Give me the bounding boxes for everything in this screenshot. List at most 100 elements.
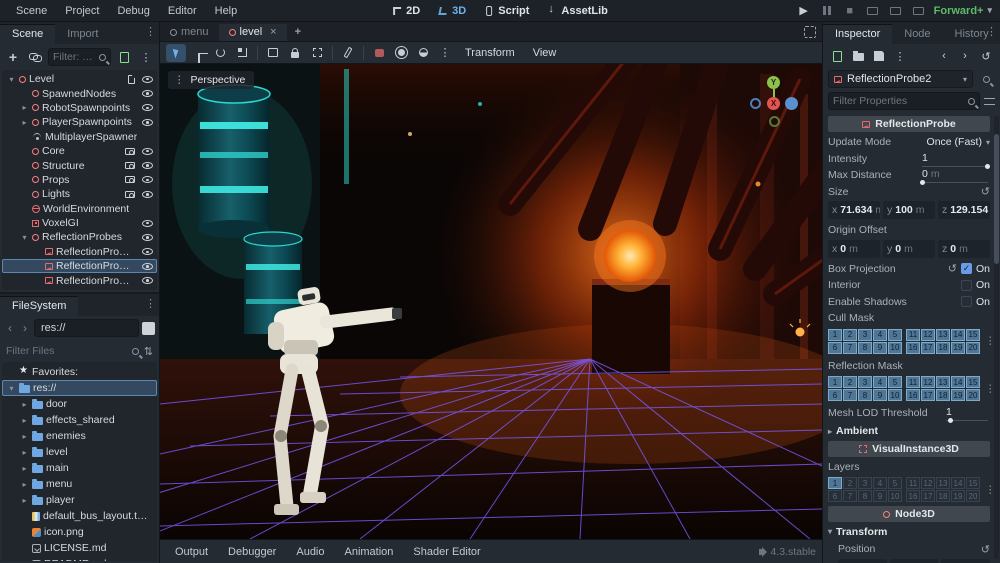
workspace-script[interactable]: Script — [477, 3, 536, 19]
tree-row-icon-png[interactable]: icon.png — [2, 524, 157, 540]
layer-cell-9[interactable]: 9 — [873, 490, 887, 502]
layer-cell-19[interactable]: 19 — [951, 389, 965, 401]
layer-cell-14[interactable]: 14 — [951, 477, 965, 489]
section-transform[interactable]: ▾ Transform — [828, 524, 990, 539]
layer-cell-14[interactable]: 14 — [951, 328, 965, 341]
layer-cell-3[interactable]: 3 — [858, 328, 872, 341]
layer-cell-5[interactable]: 5 — [888, 376, 902, 388]
layer-cell-4[interactable]: 4 — [873, 477, 887, 489]
tree-row-door[interactable]: ▸ door — [2, 396, 157, 412]
new-resource-button[interactable] — [828, 47, 846, 65]
output-button[interactable]: Output — [166, 543, 217, 561]
origin-z-field[interactable]: z0m — [938, 239, 990, 258]
dock-menu-icon[interactable]: ⋮ — [145, 25, 156, 38]
property-tools-icon[interactable] — [984, 97, 995, 106]
layer-cell-8[interactable]: 8 — [858, 341, 872, 354]
eye-icon[interactable] — [142, 219, 153, 227]
tree-expand-arrow[interactable]: ▾ — [7, 75, 16, 84]
filter-files-input[interactable]: Filter Files — [6, 345, 127, 357]
view-axis-gizmo[interactable]: Y X — [748, 76, 800, 128]
layer-cell-12[interactable]: 12 — [921, 376, 935, 388]
tree-expand-arrow[interactable]: ▾ — [7, 384, 16, 393]
tree-row-main[interactable]: ▸ main — [2, 460, 157, 476]
cam-icon[interactable] — [125, 162, 135, 170]
position-z-field[interactable]: z-12.209 — [941, 558, 991, 563]
tree-row-level[interactable]: ▸ level — [2, 444, 157, 460]
history-forward-icon[interactable]: › — [956, 47, 974, 65]
revert-icon[interactable]: ↺ — [948, 262, 957, 275]
tree-row-reflectionprobe2[interactable]: ReflectionProbe2 — [2, 259, 157, 274]
tree-row-player[interactable]: ▸ player — [2, 492, 157, 508]
history-back-icon[interactable]: ‹ — [935, 47, 953, 65]
preview-sun-button[interactable] — [391, 44, 411, 62]
origin-x-field[interactable]: x0m — [828, 239, 880, 258]
eye-icon[interactable] — [142, 248, 153, 256]
layer-cell-13[interactable]: 13 — [936, 477, 950, 489]
tree-row-structure[interactable]: Structure — [2, 158, 157, 172]
layer-cell-10[interactable]: 10 — [888, 341, 902, 354]
inspector-scrollbar[interactable] — [994, 116, 999, 559]
attach-script-button[interactable] — [115, 48, 133, 66]
eye-icon[interactable] — [142, 75, 153, 83]
script-icon[interactable] — [128, 74, 135, 84]
tree-expand-arrow[interactable]: ▸ — [20, 416, 29, 425]
layer-cell-13[interactable]: 13 — [936, 328, 950, 341]
eye-icon[interactable] — [142, 190, 153, 198]
layer-cell-2[interactable]: 2 — [843, 376, 857, 388]
workspace-2d[interactable]: 2D — [385, 3, 427, 19]
update-mode-dropdown[interactable]: Once (Fast) ▾ — [927, 136, 990, 148]
enable-shadows-checkbox[interactable] — [960, 296, 972, 308]
eye-icon[interactable] — [142, 90, 153, 98]
layer-cell-20[interactable]: 20 — [966, 490, 980, 502]
group-button[interactable] — [307, 44, 327, 62]
mesh-lod-slider[interactable]: 1 — [944, 405, 990, 424]
tree-row-reflectionprobe1[interactable]: ReflectionProbe1 — [2, 245, 157, 259]
debugger-button[interactable]: Debugger — [219, 543, 285, 561]
section-reflectionprobe[interactable]: ReflectionProbe — [828, 116, 990, 132]
view-menu[interactable]: View — [525, 45, 565, 61]
layer-cell-7[interactable]: 7 — [843, 341, 857, 354]
axis-neg-y-ball[interactable] — [769, 116, 780, 127]
distraction-free-icon[interactable] — [804, 26, 816, 38]
eye-icon[interactable] — [142, 262, 153, 270]
probe-gizmo-icon[interactable] — [369, 44, 389, 62]
tree-expand-arrow[interactable]: ▸ — [20, 448, 29, 457]
rotate-tool-button[interactable] — [210, 44, 230, 62]
layer-cell-2[interactable]: 2 — [843, 477, 857, 489]
cam-icon[interactable] — [125, 190, 135, 198]
tab-node[interactable]: Node — [892, 25, 942, 44]
revert-icon[interactable]: ↺ — [981, 543, 990, 556]
revert-icon[interactable]: ↺ — [981, 185, 990, 198]
position-y-field[interactable]: y0m — [889, 558, 939, 563]
axis-x-ball[interactable]: X — [767, 97, 780, 110]
size-y-field[interactable]: y 100 m — [883, 201, 935, 219]
layer-cell-15[interactable]: 15 — [966, 376, 980, 388]
pause-button[interactable] — [819, 4, 835, 18]
scene-tree-menu-icon[interactable]: ⋮ — [137, 48, 155, 66]
tree-expand-arrow[interactable]: ▸ — [20, 496, 29, 505]
tree-row-effects-shared[interactable]: ▸ effects_shared — [2, 412, 157, 428]
tree-expand-arrow[interactable]: ▸ — [20, 118, 29, 127]
scale-tool-button[interactable] — [232, 44, 252, 62]
layer-cell-13[interactable]: 13 — [936, 376, 950, 388]
position-x-field[interactable]: x73.997m — [838, 558, 887, 563]
animation-button[interactable]: Animation — [336, 543, 403, 561]
layer-cell-20[interactable]: 20 — [966, 341, 980, 354]
layer-cell-5[interactable]: 5 — [888, 477, 902, 489]
layer-cell-1[interactable]: 1 — [828, 376, 842, 388]
stop-button[interactable]: ■ — [842, 4, 858, 18]
tree-row-readme-md[interactable]: README.md — [2, 556, 157, 561]
interior-checkbox[interactable] — [960, 279, 972, 291]
tree-row-spawnednodes[interactable]: SpawnedNodes — [2, 86, 157, 100]
layer-cell-3[interactable]: 3 — [858, 477, 872, 489]
play-scene-button[interactable] — [888, 4, 904, 18]
ruler-tool-button[interactable] — [338, 44, 358, 62]
layer-cell-1[interactable]: 1 — [828, 477, 842, 489]
tree-row-reflectionprobe3[interactable]: ReflectionProbe3 — [2, 273, 157, 287]
eye-icon[interactable] — [142, 118, 153, 126]
tree-expand-arrow[interactable]: ▸ — [20, 480, 29, 489]
layer-cell-19[interactable]: 19 — [951, 341, 965, 354]
movie-maker-icon[interactable] — [911, 4, 927, 18]
preview-environment-button[interactable] — [413, 44, 433, 62]
tree-row-favorites-[interactable]: Favorites: — [2, 364, 157, 380]
